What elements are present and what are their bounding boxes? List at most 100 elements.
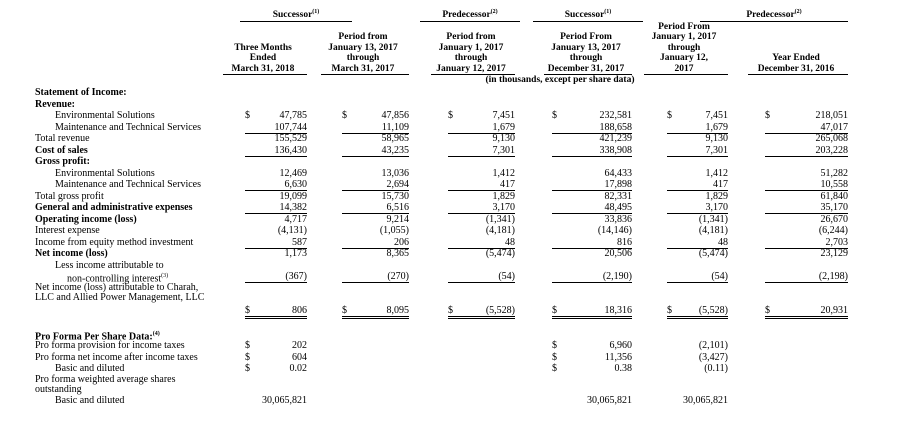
row-label-text: Maintenance and Technical Services — [55, 121, 201, 133]
table-cell: 19,099 — [279, 190, 308, 202]
subtotal-rule — [342, 155, 409, 157]
row-label-text: Operating income (loss) — [35, 213, 137, 225]
subtotal-rule — [448, 282, 515, 283]
table-cell: 11,356 — [604, 351, 632, 363]
row-label: Total revenue — [35, 133, 90, 144]
column-header: Three Months Ended March 31, 2018 — [231, 42, 295, 74]
table-cell: 1,173 — [284, 248, 308, 259]
column-group-header: Successor(1) — [533, 7, 643, 23]
column-header: Period from January 1, 2017 through Janu… — [436, 32, 506, 74]
row-label: Gross profit: — [35, 156, 90, 167]
table-cell: 6,630 — [284, 179, 308, 190]
table-cell: 206 — [394, 236, 409, 248]
row-label: Total gross profit — [35, 191, 104, 202]
table-cell: (2,101) — [698, 340, 728, 351]
row-label-text: Statement of Income: — [35, 87, 127, 98]
table-cell: 7,451 — [492, 110, 516, 121]
row-label: Less income attributable to — [55, 260, 164, 271]
footnote-marker: (4) — [152, 330, 160, 337]
table-cell: 11,109 — [381, 121, 409, 133]
table-cell: (5,528) — [698, 304, 728, 316]
row-label-text: Less income attributable to — [55, 259, 164, 271]
table-cell: 58,965 — [381, 133, 410, 144]
table-cell: 8,365 — [386, 248, 410, 259]
subtotal-rule — [448, 315, 515, 317]
subtotal-rule — [245, 315, 307, 317]
table-cell: 9,130 — [705, 133, 729, 144]
table-cell: 30,065,821 — [683, 394, 728, 406]
total-double-rule — [448, 317, 515, 319]
row-label-text: Total gross profit — [35, 190, 104, 202]
row-label-text: Income from equity method investment — [35, 236, 194, 248]
table-cell: 417 — [713, 179, 728, 190]
row-label: Maintenance and Technical Services — [55, 122, 201, 133]
column-group-label: Successor — [272, 10, 313, 21]
table-cell: 9,130 — [492, 133, 516, 144]
table-cell: 203,228 — [815, 144, 849, 156]
table-cell: 7,301 — [705, 144, 729, 156]
table-cell: 806 — [292, 304, 307, 316]
table-cell: 1,412 — [705, 167, 729, 179]
column-header-underline — [321, 74, 409, 75]
table-cell: 6,960 — [609, 340, 633, 351]
row-label: Environmental Solutions — [55, 168, 155, 179]
table-cell: (5,528) — [485, 304, 515, 316]
table-cell: 47,856 — [381, 110, 410, 121]
row-label: Revenue: — [35, 99, 75, 110]
table-cell: 1,829 — [705, 190, 729, 202]
row-label: Basic and diluted — [55, 363, 124, 374]
subtotal-rule — [448, 155, 515, 157]
table-cell: 51,282 — [820, 167, 849, 179]
row-label: Basic and diluted — [55, 395, 124, 406]
row-label-text: Basic and diluted — [55, 394, 125, 406]
table-cell: 4,717 — [284, 213, 308, 225]
subtotal-rule — [245, 282, 307, 283]
table-cell: 3,170 — [492, 202, 516, 213]
table-cell: (3,427) — [698, 351, 728, 363]
subtotal-rule — [342, 282, 409, 283]
table-cell: (1,341) — [485, 213, 515, 225]
row-label-text: Net income (loss) attributable to Charah… — [35, 281, 205, 303]
table-cell: 64,433 — [604, 167, 633, 179]
table-cell: 1,679 — [705, 121, 729, 133]
table-cell: 18,316 — [604, 304, 633, 316]
subtotal-rule — [765, 315, 848, 317]
table-cell: 47,017 — [820, 121, 849, 133]
column-header: Period from January 13, 2017 through Mar… — [328, 32, 398, 74]
row-label-text: Maintenance and Technical Services — [55, 179, 201, 190]
table-cell: 33,836 — [604, 213, 633, 225]
table-cell: (0.11) — [704, 363, 728, 374]
table-cell: 15,730 — [381, 190, 410, 202]
table-cell: (2,198) — [818, 271, 848, 282]
subtotal-rule — [667, 315, 728, 317]
column-group-label: Predecessor — [442, 10, 491, 21]
table-cell: 265,068 — [815, 133, 849, 144]
row-label-text: Basic and diluted — [55, 363, 125, 374]
table-cell: 417 — [500, 179, 515, 190]
table-cell: 218,051 — [815, 110, 849, 121]
total-double-rule — [552, 317, 632, 319]
table-cell: 604 — [292, 351, 307, 363]
table-cell: 2,694 — [386, 179, 410, 190]
subtotal-rule — [552, 315, 632, 317]
subtotal-rule — [552, 155, 632, 157]
subtotal-rule — [667, 282, 728, 283]
column-group-header: Successor(1) — [240, 7, 352, 23]
row-label-text: Net income (loss) — [35, 248, 108, 259]
table-cell: (54) — [498, 271, 515, 282]
table-cell: 14,382 — [279, 202, 308, 213]
table-cell: 188,658 — [599, 121, 633, 133]
row-label: Operating income (loss) — [35, 214, 137, 225]
table-cell: 35,170 — [820, 202, 849, 213]
table-cell: 26,670 — [820, 213, 849, 225]
row-label: Net income (loss) attributable to Charah… — [35, 281, 213, 304]
row-label-text: Revenue: — [35, 98, 75, 110]
table-cell: 20,506 — [604, 248, 633, 259]
table-cell: 107,744 — [274, 121, 308, 133]
table-cell: 7,451 — [705, 110, 729, 121]
table-cell: 136,430 — [274, 144, 308, 156]
column-group-header: Predecessor(2) — [420, 7, 520, 23]
table-cell: (2,190) — [602, 271, 632, 282]
table-cell: 232,581 — [599, 110, 633, 121]
table-cell: 48 — [505, 236, 515, 248]
